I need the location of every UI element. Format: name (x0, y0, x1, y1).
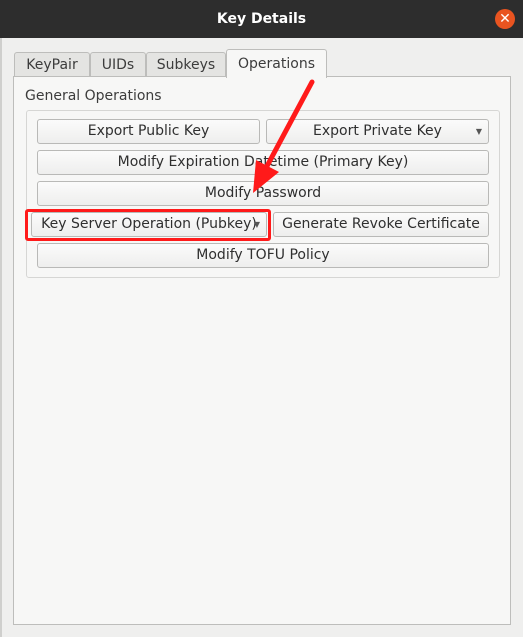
export-public-key-label: Export Public Key (87, 123, 210, 139)
modify-expiration-button[interactable]: Modify Expiration Datetime (Primary Key) (37, 150, 489, 175)
title-bar: Key Details ✕ (0, 0, 523, 38)
group-title: General Operations (25, 88, 162, 104)
modify-password-label: Modify Password (204, 185, 322, 201)
tab-subkeys[interactable]: Subkeys (146, 52, 226, 77)
annotation-highlight-box (25, 209, 271, 241)
modify-tofu-policy-label: Modify TOFU Policy (196, 247, 330, 263)
tab-keypair[interactable]: KeyPair (14, 52, 90, 77)
chevron-down-icon: ▼ (475, 127, 482, 136)
modify-tofu-policy-button[interactable]: Modify TOFU Policy (37, 243, 489, 268)
modify-password-button[interactable]: Modify Password (37, 181, 489, 206)
close-icon[interactable]: ✕ (495, 9, 515, 29)
export-private-key-button[interactable]: Export Private Key ▼ (266, 119, 489, 144)
modify-expiration-label: Modify Expiration Datetime (Primary Key) (117, 154, 409, 170)
export-private-key-label: Export Private Key (313, 123, 442, 139)
tab-uids[interactable]: UIDs (90, 52, 146, 77)
generate-revoke-certificate-label: Generate Revoke Certificate (282, 216, 480, 232)
export-public-key-button[interactable]: Export Public Key (37, 119, 260, 144)
generate-revoke-certificate-button[interactable]: Generate Revoke Certificate (273, 212, 489, 237)
window-title: Key Details (216, 11, 307, 27)
tab-operations[interactable]: Operations (226, 49, 327, 78)
